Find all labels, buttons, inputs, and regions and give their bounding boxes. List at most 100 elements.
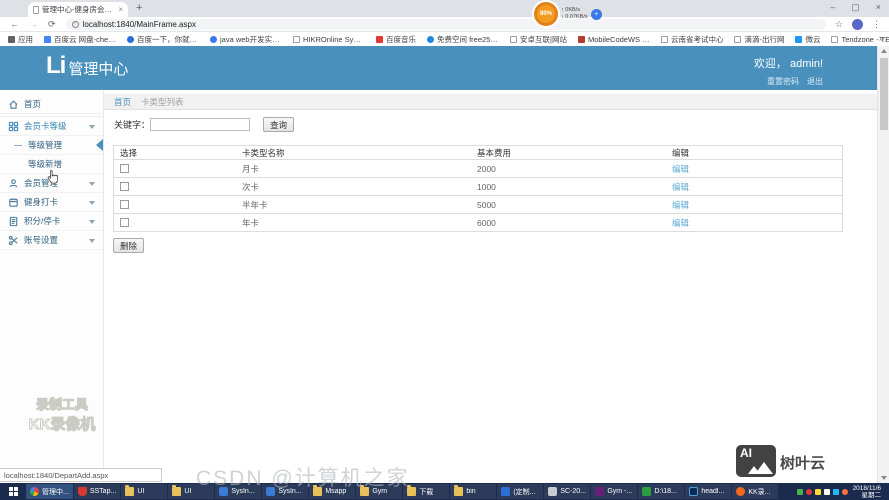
- delete-button[interactable]: 删除: [113, 238, 145, 253]
- windows-taskbar: 管理中... SSTap... UI UI SysIn... SysIn... …: [0, 483, 889, 500]
- folder-icon: [313, 485, 323, 496]
- bookmark-item[interactable]: 百度音乐: [376, 34, 416, 45]
- breadcrumb-home[interactable]: 首页: [114, 96, 131, 108]
- bookmark-apps[interactable]: 应用: [8, 34, 33, 45]
- bookmark-item[interactable]: MobileCodeWS W...: [577, 35, 650, 44]
- bookmark-item[interactable]: 百度云 网盘-cheng...: [44, 34, 116, 45]
- window-maximize-button[interactable]: ▢: [851, 2, 860, 13]
- row-checkbox[interactable]: [120, 200, 129, 209]
- start-button[interactable]: [0, 483, 26, 500]
- taskbar-item-visual-studio[interactable]: Gym -...: [591, 484, 638, 499]
- recorder-watermark: 录制工具 KK录像机: [28, 397, 96, 434]
- row-checkbox[interactable]: [120, 218, 129, 227]
- tray-icon[interactable]: [832, 488, 839, 495]
- tab-close-icon[interactable]: ×: [118, 5, 123, 14]
- bookmark-item[interactable]: 百度一下，你就知道: [127, 34, 199, 45]
- new-tab-button[interactable]: +: [136, 2, 142, 14]
- mobile-icon: [577, 35, 585, 43]
- scrollbar-down-icon[interactable]: [881, 476, 887, 480]
- taskbar-item-chrome[interactable]: 管理中...: [26, 484, 73, 499]
- edit-link[interactable]: 编辑: [672, 217, 689, 229]
- grid-icon: [8, 121, 19, 131]
- status-bar-link-preview: localhost:1840/DepartAdd.aspx: [0, 468, 162, 482]
- brand-name: 树叶云: [779, 455, 825, 472]
- sidebar-item-home[interactable]: 首页: [0, 95, 103, 114]
- card-type-table: 选择 卡类型名称 基本费用 编辑 月卡 2000 编辑 次卡 1000 编辑 半…: [113, 145, 843, 232]
- table-row: 年卡 6000 编辑: [114, 214, 842, 232]
- back-icon[interactable]: ←: [10, 19, 19, 29]
- bookmark-item[interactable]: 免费空间 free258...: [427, 34, 499, 45]
- brand-logo: AI 树叶云: [735, 445, 825, 477]
- bookmark-star-icon[interactable]: ☆: [835, 19, 843, 30]
- tray-icon[interactable]: [841, 488, 848, 495]
- taskbar-item-explorer[interactable]: D:\18...: [638, 484, 685, 499]
- explorer-icon: [642, 487, 652, 496]
- taskbar-item-folder[interactable]: bin: [450, 484, 497, 499]
- taskbar-item-sstap[interactable]: SSTap...: [73, 484, 121, 499]
- browser-address-bar: ← → ⟳ i localhost:1840/MainFrame.aspx ☆ …: [0, 17, 889, 32]
- taskbar-item-folder[interactable]: Gym: [356, 484, 403, 499]
- active-item-arrow-icon: [96, 139, 103, 151]
- globe-icon: [427, 35, 434, 43]
- tray-icon[interactable]: [805, 488, 812, 495]
- widget-plus-icon[interactable]: +: [590, 8, 602, 20]
- sidebar-item-points[interactable]: 积分/停卡: [0, 212, 103, 231]
- bookmark-item[interactable]: 安卓互联|网站: [510, 34, 567, 45]
- reload-icon[interactable]: ⟳: [48, 19, 56, 30]
- edit-link[interactable]: 编辑: [672, 199, 689, 211]
- taskbar-item-kk-recorder[interactable]: KK录...: [732, 484, 779, 499]
- taskbar-item-sysin[interactable]: SysIn...: [262, 484, 309, 499]
- reset-password-link[interactable]: 重置密码: [767, 76, 799, 87]
- column-header-fee: 基本费用: [477, 147, 512, 158]
- taskbar-item-tools[interactable]: SC-20...: [544, 484, 591, 499]
- scrollbar-thumb[interactable]: [880, 58, 888, 130]
- ai-badge-icon: AI: [735, 445, 776, 477]
- tray-icon[interactable]: [814, 488, 821, 495]
- edit-link[interactable]: 编辑: [672, 181, 689, 193]
- bookmark-item[interactable]: 微云: [795, 34, 820, 45]
- taskbar-item-folder[interactable]: UI: [121, 484, 168, 499]
- logout-link[interactable]: 退出: [807, 76, 823, 87]
- document-icon: [9, 216, 18, 226]
- bookmark-item[interactable]: 滴滴-出行网: [734, 34, 784, 45]
- taskbar-item-folder[interactable]: UI: [168, 484, 215, 499]
- sidebar-item-card-levels[interactable]: 会员卡等级: [0, 117, 103, 136]
- window-close-button[interactable]: ×: [876, 2, 881, 13]
- page-scrollbar[interactable]: [877, 46, 889, 483]
- query-button[interactable]: 查询: [263, 117, 295, 132]
- taskbar-item-app[interactable]: (定制...: [497, 484, 544, 499]
- table-row: 次卡 1000 编辑: [114, 178, 842, 196]
- breadcrumb-current: 卡类型列表: [141, 96, 184, 107]
- scrollbar-up-icon[interactable]: [881, 49, 887, 53]
- profile-avatar[interactable]: [852, 18, 863, 30]
- url-input[interactable]: i localhost:1840/MainFrame.aspx: [65, 18, 826, 30]
- taskbar-item-folder[interactable]: Msapp: [309, 484, 356, 499]
- keyword-input[interactable]: [150, 118, 251, 131]
- taskbar-item-photoshop[interactable]: headl...: [685, 484, 732, 499]
- window-minimize-button[interactable]: –: [830, 2, 835, 13]
- browser-tab[interactable]: 管理中心-健身房会员管理系统 ×: [28, 2, 128, 17]
- sidebar-item-checkin[interactable]: 健身打卡: [0, 193, 103, 212]
- tray-icon[interactable]: [823, 488, 830, 495]
- row-checkbox[interactable]: [120, 164, 129, 173]
- site-info-icon[interactable]: i: [71, 20, 79, 28]
- bookmarks-overflow-icon[interactable]: »: [879, 33, 884, 43]
- network-speed-text: ↑ 0KB/s ↓ 0.07KB/s: [561, 7, 588, 21]
- forward-icon[interactable]: →: [29, 19, 38, 29]
- sidebar-item-level-manage[interactable]: 等级管理: [0, 136, 103, 155]
- row-checkbox[interactable]: [120, 182, 129, 191]
- breadcrumb: 首页 卡类型列表: [104, 94, 877, 110]
- bookmark-item[interactable]: 云南省考试中心: [660, 34, 723, 45]
- folder-icon: [407, 485, 417, 496]
- tray-icon[interactable]: [796, 488, 803, 495]
- sidebar-item-account[interactable]: 账号设置: [0, 231, 103, 250]
- bookmark-item[interactable]: java web开发实战...: [210, 34, 282, 45]
- taskbar-item-sysin[interactable]: SysIn...: [215, 484, 262, 499]
- java-icon: [210, 35, 217, 43]
- taskbar-clock[interactable]: 2018/11/6 星期二: [851, 485, 885, 499]
- taskbar-item-folder[interactable]: 下载: [403, 484, 450, 499]
- bookmark-item[interactable]: HIKROnline Synch...: [293, 35, 365, 44]
- speed-monitor-widget[interactable]: 80% ↑ 0KB/s ↓ 0.07KB/s +: [534, 2, 602, 26]
- browser-menu-icon[interactable]: ⋮: [872, 19, 881, 30]
- edit-link[interactable]: 编辑: [672, 163, 689, 175]
